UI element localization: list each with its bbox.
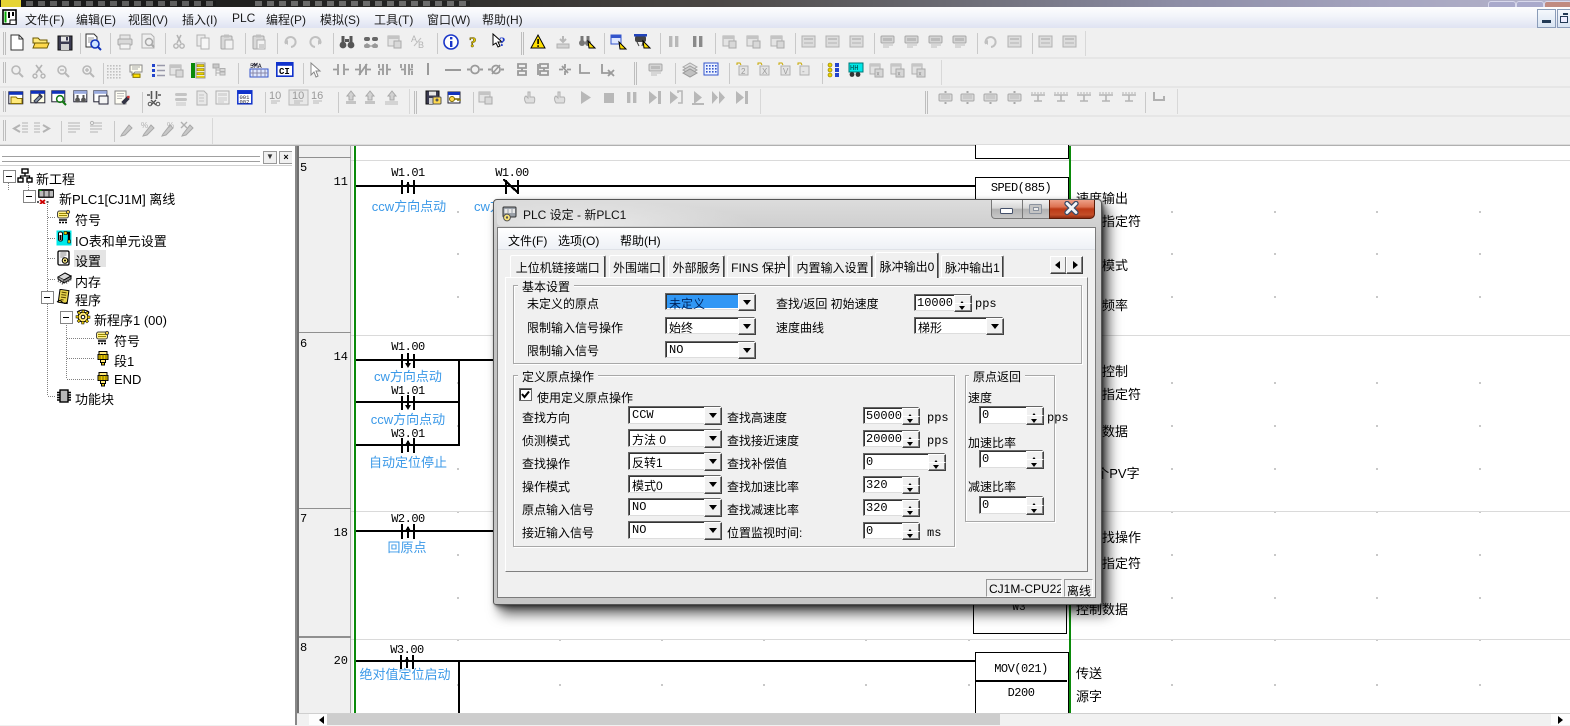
svg-text:B: B	[418, 40, 424, 50]
svg-text:CI: CI	[279, 67, 290, 77]
svg-text:X: X	[762, 67, 768, 76]
svg-text:16: 16	[311, 90, 323, 102]
svg-text:2: 2	[741, 67, 746, 76]
svg-text:10: 10	[292, 90, 304, 102]
svg-text:002: 002	[240, 99, 250, 106]
svg-text:HH: HH	[850, 65, 858, 73]
svg-text:V: V	[783, 67, 789, 76]
svg-text:?: ?	[469, 35, 477, 51]
svg-text:x: x	[877, 72, 880, 78]
svg-text:x: x	[919, 72, 922, 78]
svg-text:-: -	[802, 67, 805, 76]
svg-text:%: %	[167, 121, 174, 130]
svg-text:10: 10	[269, 90, 281, 102]
svg-text:%: %	[141, 121, 148, 130]
svg-text:x: x	[898, 72, 901, 78]
svg-text:A: A	[411, 34, 417, 44]
svg-text:?: ?	[499, 34, 506, 49]
